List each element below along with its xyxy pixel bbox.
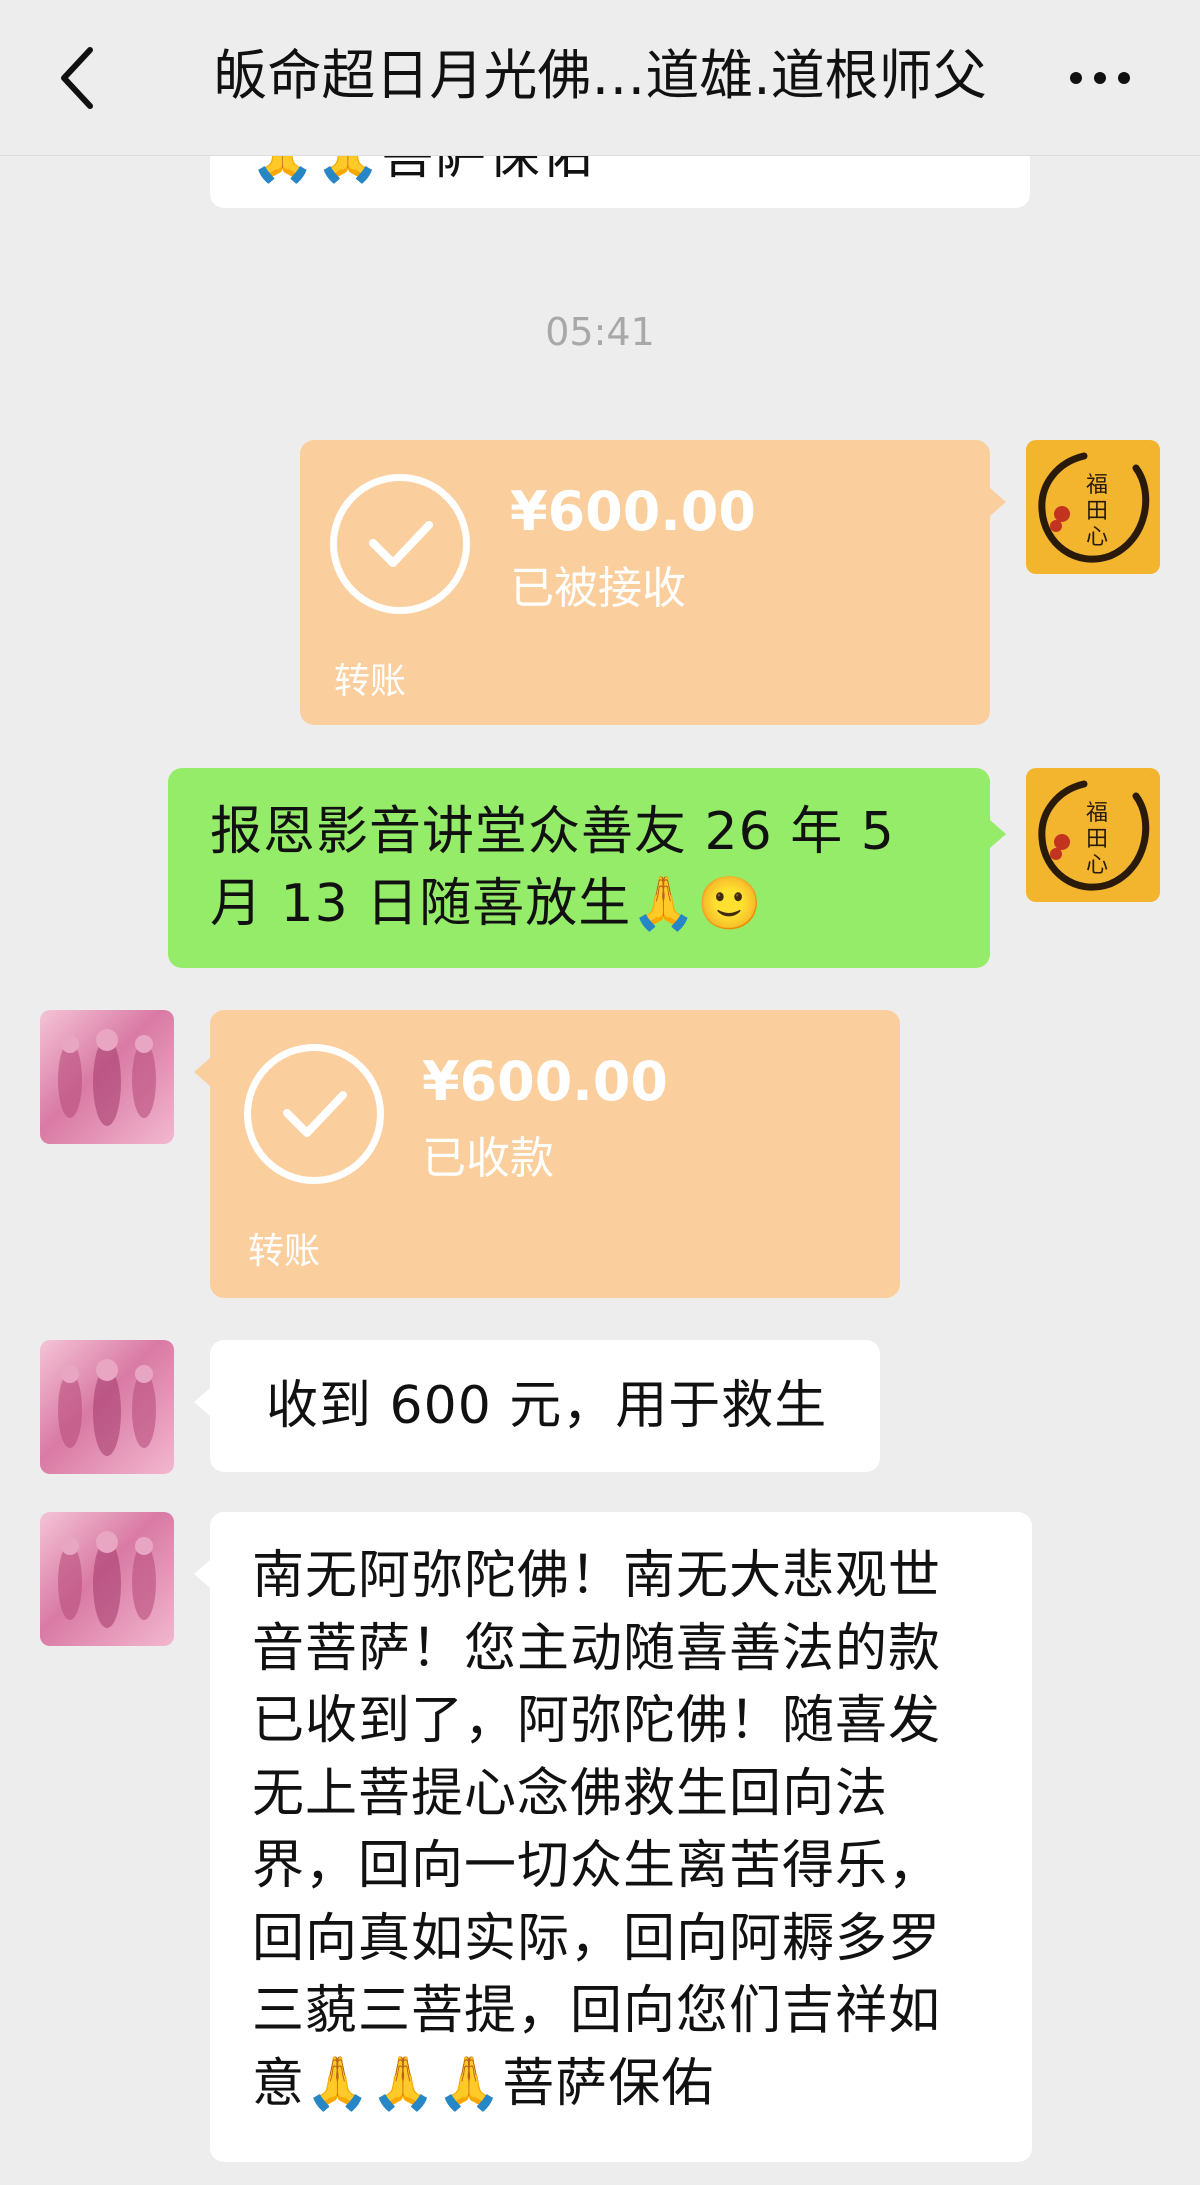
transfer-amount: ¥600.00	[422, 1050, 668, 1113]
message-text: 报恩影音讲堂众善友 26 年 5 月 13 日随喜放生🙏🙂	[210, 802, 895, 934]
buddha-image-icon	[58, 1029, 156, 1126]
avatar[interactable]	[40, 1010, 174, 1144]
transfer-card-sent[interactable]: ¥600.00 已被接收 转账	[300, 440, 990, 725]
bubble-tail	[194, 1058, 210, 1086]
svg-text:心: 心	[1086, 853, 1108, 878]
message-bubble-white[interactable]: 收到 600 元，用于救生	[210, 1340, 880, 1472]
seal-logo-icon: 福 田 心	[1038, 780, 1150, 891]
svg-text:田: 田	[1086, 499, 1108, 524]
transfer-card-received[interactable]: ¥600.00 已收款 转账	[210, 1010, 900, 1298]
avatar[interactable]	[40, 1340, 174, 1474]
transfer-status: 已被接收	[510, 563, 686, 614]
seal-logo-icon: 福 田 心	[1038, 452, 1150, 563]
buddha-image-icon	[58, 1359, 156, 1456]
transfer-label: 转账	[334, 661, 407, 702]
transfer-label: 转账	[248, 1231, 321, 1272]
avatar[interactable]	[40, 1512, 174, 1646]
avatar[interactable]: 福 田 心	[1026, 768, 1160, 902]
chat-header: 皈命超日月光佛…道雄.道根师父	[0, 0, 1200, 156]
message-bubble-white[interactable]: 南无阿弥陀佛！南无大悲观世音菩萨！您主动随喜善法的款已收到了，阿弥陀佛！随喜发无…	[210, 1512, 1032, 2162]
transfer-amount: ¥600.00	[510, 480, 756, 543]
check-circle-icon	[330, 474, 470, 614]
chat-title: 皈命超日月光佛…道雄.道根师父	[213, 44, 987, 107]
bubble-tail	[990, 820, 1006, 848]
svg-text:福: 福	[1086, 473, 1108, 498]
back-button[interactable]	[52, 42, 108, 114]
timestamp: 05:41	[545, 310, 655, 354]
message-text: 收到 600 元，用于救生	[266, 1376, 828, 1436]
buddha-image-icon	[58, 1531, 156, 1628]
message-bubble-green[interactable]: 报恩影音讲堂众善友 26 年 5 月 13 日随喜放生🙏🙂	[168, 768, 990, 968]
more-button[interactable]	[1070, 62, 1138, 92]
svg-text:心: 心	[1086, 525, 1108, 550]
bubble-tail	[194, 1560, 210, 1588]
transfer-status: 已收款	[422, 1133, 554, 1184]
svg-text:田: 田	[1086, 827, 1108, 852]
check-circle-icon	[244, 1044, 384, 1184]
avatar[interactable]: 福 田 心	[1026, 440, 1160, 574]
svg-text:福: 福	[1086, 801, 1108, 826]
bubble-tail	[990, 488, 1006, 516]
chevron-left-icon	[61, 47, 93, 109]
more-dots-icon	[1070, 72, 1082, 84]
bubble-tail	[194, 1388, 210, 1416]
message-text: 南无阿弥陀佛！南无大悲观世音菩萨！您主动随喜善法的款已收到了，阿弥陀佛！随喜发无…	[252, 1546, 942, 2114]
